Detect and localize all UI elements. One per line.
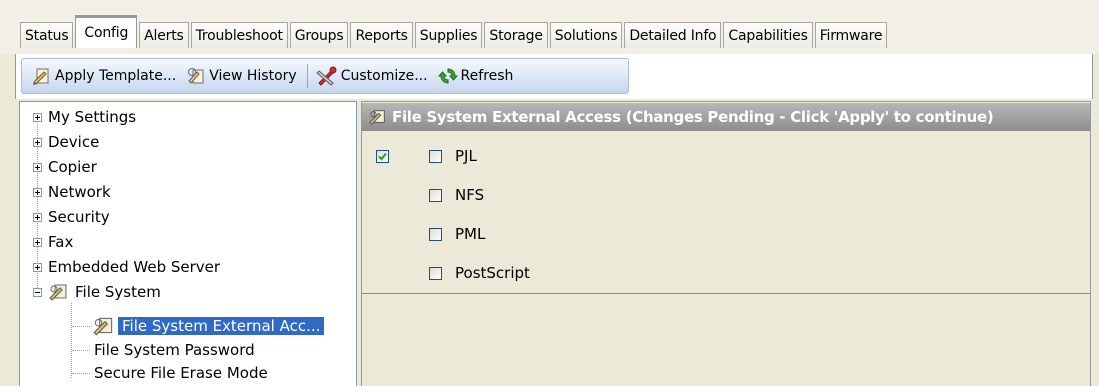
expand-plus-icon[interactable] <box>33 262 42 272</box>
tab-list: Status Config Alerts Troubleshoot Groups… <box>20 15 889 48</box>
tab-label: Detailed Info <box>629 27 717 44</box>
tree-item-secure-file-erase-mode[interactable]: Secure File Erase Mode <box>94 362 268 384</box>
tab-capabilities[interactable]: Capabilities <box>723 22 813 48</box>
tab-label: Firmware <box>819 27 883 44</box>
tab-label: Capabilities <box>728 27 808 44</box>
tab-status[interactable]: Status <box>20 22 74 48</box>
file-system-icon <box>369 110 385 125</box>
tree-connector <box>72 326 92 327</box>
tree-item-label: File System Password <box>94 341 255 359</box>
checkmark-icon <box>378 152 387 161</box>
tree-item-file-system-password[interactable]: File System Password <box>94 339 255 361</box>
customize-label: Customize... <box>340 68 428 84</box>
toolbar: Apply Template... View History Customize… <box>21 58 629 94</box>
collapse-minus-icon[interactable] <box>33 287 42 297</box>
tree-connector <box>71 303 72 378</box>
tree-item-label-selected: File System External Acc... <box>118 317 325 335</box>
panel-header: File System External Access (Changes Pen… <box>362 103 1090 131</box>
tab-label: Alerts <box>144 27 184 44</box>
tree-item-label: Embedded Web Server <box>48 258 221 276</box>
tree-item-security[interactable]: Security <box>33 206 110 228</box>
nfs-checkbox[interactable] <box>429 189 442 202</box>
tab-label: Solutions <box>554 27 618 44</box>
customize-icon <box>315 66 337 86</box>
expand-plus-icon[interactable] <box>33 112 42 122</box>
refresh-label: Refresh <box>460 68 514 84</box>
tab-troubleshoot[interactable]: Troubleshoot <box>190 22 288 48</box>
settings-panel: File System External Access (Changes Pen… <box>361 101 1091 386</box>
tab-supplies[interactable]: Supplies <box>414 22 483 48</box>
tree-item-my-settings[interactable]: My Settings <box>33 106 136 128</box>
app-window: Status Config Alerts Troubleshoot Groups… <box>0 0 1099 386</box>
tree-item-label: My Settings <box>48 108 137 126</box>
apply-template-button[interactable]: Apply Template... <box>32 66 176 86</box>
postscript-label: PostScript <box>455 264 530 282</box>
tree-item-network[interactable]: Network <box>33 181 111 203</box>
pml-checkbox[interactable] <box>429 228 442 241</box>
expand-plus-icon[interactable] <box>33 137 42 147</box>
tab-config[interactable]: Config <box>75 15 138 48</box>
tree-item-label: Secure File Erase Mode <box>94 364 268 382</box>
tree-item-label: Network <box>48 183 111 201</box>
nfs-label: NFS <box>455 186 485 204</box>
tab-label: Storage <box>489 27 543 44</box>
tree-item-label: Copier <box>48 158 97 176</box>
tree-item-label: Security <box>48 208 110 226</box>
tab-firmware[interactable]: Firmware <box>814 22 888 48</box>
tree-item-copier[interactable]: Copier <box>33 156 97 178</box>
apply-template-label: Apply Template... <box>55 68 177 84</box>
tab-label: Supplies <box>419 27 478 44</box>
tree-connector <box>72 350 90 351</box>
history-icon <box>188 68 204 84</box>
refresh-icon <box>437 68 458 84</box>
tab-groups[interactable]: Groups <box>289 22 349 48</box>
tab-label: Config <box>84 25 129 41</box>
enable-checkbox[interactable] <box>376 150 389 163</box>
tab-alerts[interactable]: Alerts <box>139 22 189 48</box>
file-system-icon <box>93 317 113 336</box>
tab-detailed-info[interactable]: Detailed Info <box>624 22 722 48</box>
tree-item-label: Device <box>48 133 100 151</box>
tab-reports[interactable]: Reports <box>350 22 413 48</box>
panel-body: PJL NFS PML PostScript <box>362 131 1090 294</box>
pjl-checkbox[interactable] <box>429 150 442 163</box>
expand-plus-icon[interactable] <box>33 237 42 247</box>
tree-connector <box>72 373 90 374</box>
tab-label: Groups <box>294 27 344 44</box>
panel-title: File System External Access (Changes Pen… <box>392 108 994 126</box>
tree-item-fax[interactable]: Fax <box>33 231 73 253</box>
view-history-label: View History <box>209 68 297 84</box>
customize-button[interactable]: Customize... <box>315 66 428 86</box>
expand-plus-icon[interactable] <box>33 212 42 222</box>
tab-label: Troubleshoot <box>195 27 283 44</box>
toolbar-separator <box>306 64 308 88</box>
template-icon <box>33 68 49 85</box>
settings-tree[interactable]: My Settings Device Copier Network Securi… <box>19 101 357 386</box>
pml-label: PML <box>455 225 486 243</box>
tree-item-embedded-web-server[interactable]: Embedded Web Server <box>33 256 220 278</box>
tree-item-file-system-external-access[interactable]: File System External Acc... <box>92 315 325 337</box>
tree-item-label: File System <box>75 283 161 301</box>
tree-item-device[interactable]: Device <box>33 131 99 153</box>
tab-storage[interactable]: Storage <box>484 22 548 48</box>
pjl-label: PJL <box>455 147 477 165</box>
tree-item-file-system[interactable]: File System <box>33 281 161 303</box>
toolbar-area: Apply Template... View History Customize… <box>15 54 1093 99</box>
tab-label: Reports <box>355 27 408 44</box>
expand-plus-icon[interactable] <box>33 187 42 197</box>
tab-label: Status <box>25 27 69 44</box>
refresh-button[interactable]: Refresh <box>437 66 514 86</box>
tab-solutions[interactable]: Solutions <box>549 22 623 48</box>
view-history-button[interactable]: View History <box>186 66 297 86</box>
file-system-icon <box>49 284 67 301</box>
tab-strip: Status Config Alerts Troubleshoot Groups… <box>0 0 1099 54</box>
tree-item-label: Fax <box>48 233 74 251</box>
expand-plus-icon[interactable] <box>33 162 42 172</box>
postscript-checkbox[interactable] <box>429 267 442 280</box>
